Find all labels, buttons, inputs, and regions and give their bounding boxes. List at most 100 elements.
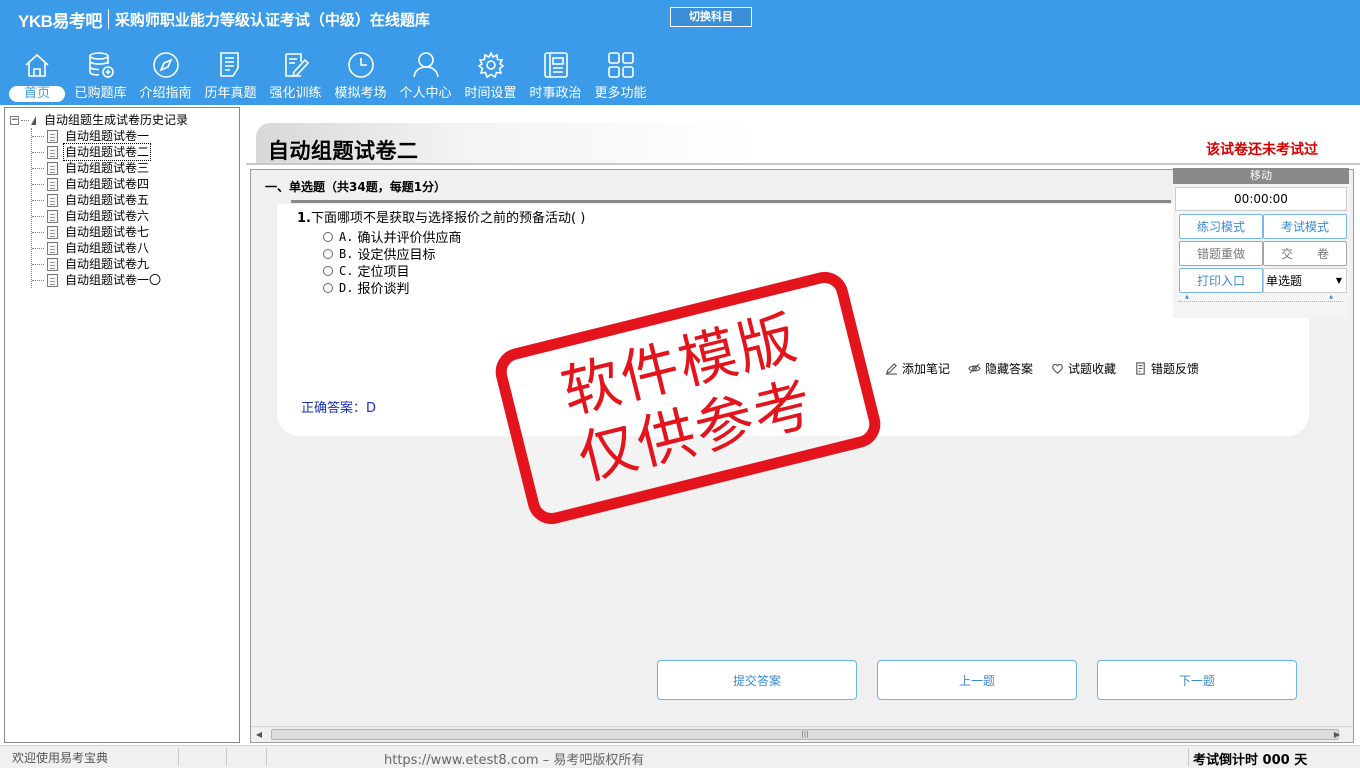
nav-time-settings[interactable]: 时间设置: [458, 46, 523, 104]
tree-item-paper-4[interactable]: 自动组题试卷四: [32, 176, 188, 192]
nav-label: 模拟考场: [334, 86, 387, 101]
grid-icon: [607, 52, 634, 78]
practice-mode-button[interactable]: 练习模式: [1179, 214, 1263, 239]
tree-item-paper-7[interactable]: 自动组题试卷七: [32, 224, 188, 240]
document-icon: [47, 193, 58, 207]
home-icon: [25, 53, 49, 77]
radio-button[interactable]: [323, 282, 333, 293]
brand-logo: YKB易考吧: [18, 11, 102, 31]
dropdown-arrow-icon: ▼: [1335, 276, 1342, 285]
print-entry-button[interactable]: 打印入口: [1179, 268, 1263, 293]
status-welcome: 欢迎使用易考宝典: [12, 751, 109, 765]
exam-mode-button[interactable]: 考试模式: [1263, 214, 1347, 239]
switch-subject-button[interactable]: 切换科目: [670, 7, 752, 27]
error-feedback-button[interactable]: 错题反馈: [1134, 360, 1199, 377]
panel-row: 打印入口 单选题 ▼: [1179, 268, 1347, 293]
status-separator: [1188, 748, 1189, 766]
scrollbar-thumb[interactable]: |||: [271, 729, 1339, 740]
question-number: 1.: [297, 211, 311, 226]
eye-icon: [968, 363, 981, 374]
edit-icon: [284, 53, 309, 78]
database-icon: [88, 52, 114, 78]
radio-button[interactable]: [323, 231, 333, 242]
list-icon: [219, 52, 239, 77]
nav-label: 强化训练: [269, 86, 322, 101]
status-copyright: https://www.etest8.com – 易考吧版权所有: [384, 753, 645, 768]
nav-guide[interactable]: 介绍指南: [133, 46, 198, 104]
tree-item-label: 自动组题试卷五: [65, 193, 150, 207]
favorite-question-button[interactable]: 试题收藏: [1051, 360, 1116, 377]
nav-label: 介绍指南: [139, 86, 192, 101]
folder-triangle-icon: [31, 115, 36, 125]
status-separator: [266, 748, 267, 766]
tree-item-paper-2[interactable]: 自动组题试卷二: [32, 143, 188, 161]
hand-in-button[interactable]: 交 卷: [1263, 241, 1347, 266]
next-question-button[interactable]: 下一题: [1097, 660, 1297, 700]
section-title: 一、单选题（共34题，每题1分）: [265, 180, 447, 194]
option-text: 报价谈判: [357, 282, 410, 297]
radio-button[interactable]: [323, 265, 333, 276]
tree-item-label: 自动组题试卷八: [65, 241, 150, 255]
tree-root[interactable]: − 自动组题生成试卷历史记录: [10, 112, 188, 128]
status-separator: [178, 748, 179, 766]
tree-item-label: 自动组题试卷九: [65, 257, 150, 271]
nav-label: 更多功能: [594, 86, 647, 101]
nav-label: 历年真题: [204, 86, 257, 101]
option-d[interactable]: D. 报价谈判: [323, 278, 409, 297]
previous-question-button[interactable]: 上一题: [877, 660, 1077, 700]
brand-separator: [107, 9, 109, 29]
tree-item-paper-9[interactable]: 自动组题试卷九: [32, 256, 188, 272]
option-letter: A.: [339, 229, 354, 244]
nav-personal-center[interactable]: 个人中心: [393, 46, 458, 104]
exam-timer: 00:00:00: [1175, 187, 1347, 211]
app-header: YKB易考吧 采购师职业能力等级认证考试（中级）在线题库 切换科目 首页 已购题…: [0, 0, 1360, 105]
answer-label: 正确答案：: [301, 401, 367, 416]
option-letter: C.: [339, 263, 354, 278]
tree-item-label: 自动组题试卷一: [65, 129, 150, 143]
document-icon: [47, 209, 58, 223]
document-icon: [47, 257, 58, 271]
tree-connector: [21, 119, 29, 121]
nav-more-features[interactable]: 更多功能: [588, 46, 653, 104]
nav-home[interactable]: 首页: [6, 46, 68, 104]
clock-icon: [347, 52, 374, 78]
collapse-icon[interactable]: −: [10, 115, 19, 125]
hide-answer-button[interactable]: 隐藏答案: [968, 360, 1033, 377]
paper-history-tree: − 自动组题生成试卷历史记录 自动组题试卷一 自动组题试卷二 自动组题试卷三 自…: [10, 112, 188, 288]
submit-answer-button[interactable]: 提交答案: [657, 660, 857, 700]
tree-item-paper-6[interactable]: 自动组题试卷六: [32, 208, 188, 224]
news-icon: [543, 52, 568, 78]
panel-move-handle[interactable]: 移动: [1173, 168, 1349, 184]
panel-resize-edge[interactable]: [1179, 294, 1343, 302]
nav-purchased-bank[interactable]: 已购题库: [68, 46, 133, 104]
nav-past-exams[interactable]: 历年真题: [198, 46, 263, 104]
tree-item-paper-10[interactable]: 自动组题试卷一〇: [32, 272, 188, 288]
question-stem: 1.下面哪项不是获取与选择报价之前的预备活动( ): [297, 207, 585, 226]
horizontal-scrollbar[interactable]: ◀ ||| ▶: [251, 726, 1353, 742]
panel-row: 错题重做 交 卷: [1179, 241, 1347, 266]
tree-item-label: 自动组题试卷三: [65, 161, 150, 175]
tree-item-label: 自动组题试卷四: [65, 177, 150, 191]
nav-intensive-training[interactable]: 强化训练: [263, 46, 328, 104]
document-icon: [47, 273, 58, 287]
tree-item-paper-5[interactable]: 自动组题试卷五: [32, 192, 188, 208]
option-letter: D.: [339, 280, 354, 295]
redo-wrong-button[interactable]: 错题重做: [1179, 241, 1263, 266]
nav-mock-exam[interactable]: 模拟考场: [328, 46, 393, 104]
exam-countdown: 考试倒计时 000 天: [1193, 753, 1308, 768]
scroll-left-arrow-icon[interactable]: ◀: [253, 729, 265, 741]
question-tools: 添加笔记 隐藏答案 试题收藏 错题反馈: [885, 360, 1217, 377]
tool-label: 错题反馈: [1151, 362, 1200, 376]
tree-item-paper-3[interactable]: 自动组题试卷三: [32, 160, 188, 176]
action-buttons: 提交答案 上一题 下一题: [657, 660, 1317, 700]
tree-item-paper-8[interactable]: 自动组题试卷八: [32, 240, 188, 256]
scroll-right-arrow-icon[interactable]: ▶: [1331, 729, 1343, 741]
paper-status: 该试卷还未考试过: [1206, 142, 1318, 158]
paper-title: 自动组题试卷二: [268, 139, 419, 163]
tree-item-paper-1[interactable]: 自动组题试卷一: [32, 128, 188, 144]
answer-value: D: [366, 401, 377, 416]
question-type-select[interactable]: 单选题 ▼: [1263, 268, 1347, 293]
radio-button[interactable]: [323, 248, 333, 259]
add-note-button[interactable]: 添加笔记: [885, 360, 950, 377]
nav-current-affairs[interactable]: 时事政治: [523, 46, 588, 104]
